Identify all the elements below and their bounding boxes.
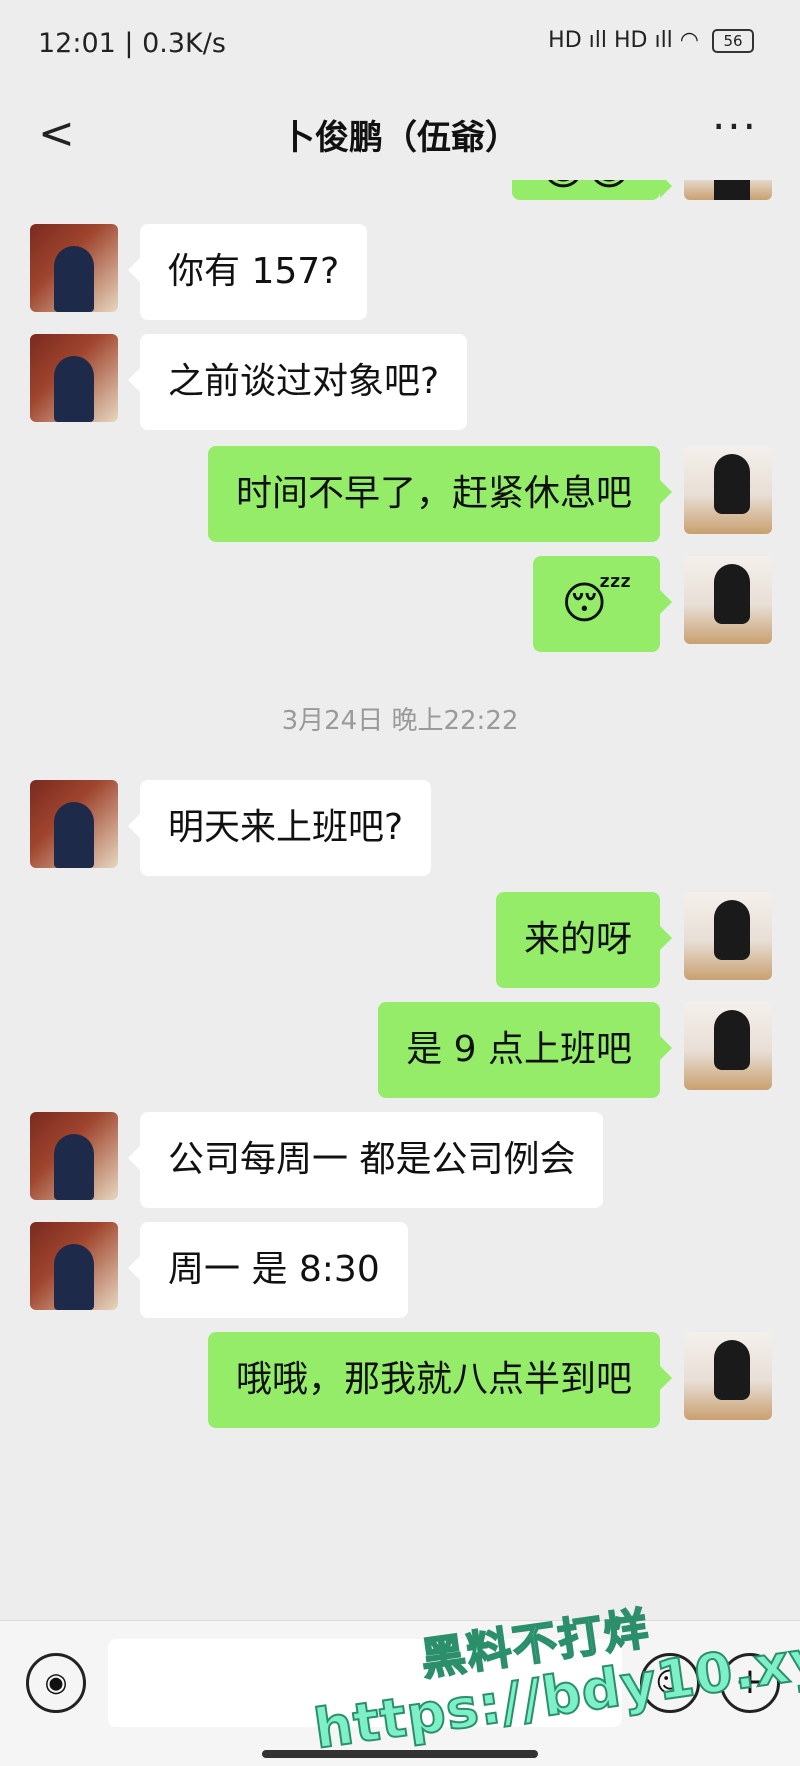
message-text: 时间不早了，赶紧休息吧 [235,473,632,514]
message-bubble-left[interactable]: 公司每周一 都是公司例会 [127,1112,604,1208]
avatar-me[interactable] [684,446,772,534]
message-bubble-left[interactable]: 周一 是 8:30 [128,1222,408,1318]
chat-header: < 卜俊鹏（伍爺） ··· [0,90,800,180]
message-text: 你有 157? [168,251,340,292]
signal-icon: HD ıll HD ıll [548,28,673,53]
avatar-contact[interactable] [30,1222,118,1310]
message-bubble-right[interactable]: 来的呀 [495,892,673,988]
message-bubble-right[interactable]: 😴 [533,556,672,652]
timestamp: 3月24日 晚上22:22 [281,706,519,736]
wifi-icon: ◠ [679,28,699,53]
message-bubble-right[interactable]: 哦哦，那我就八点半到吧 [207,1332,673,1428]
home-indicator[interactable] [262,1750,538,1758]
message-text: 明天来上班吧? [168,807,404,848]
avatar-contact[interactable] [30,780,118,868]
message-text: 来的呀 [523,919,632,960]
avatar-contact[interactable] [30,334,118,422]
message-text: 😅😅 [540,180,632,195]
message-bubble-right[interactable]: 是 9 点上班吧 [378,1002,672,1098]
avatar-me[interactable] [684,892,772,980]
status-bar: 12:01 | 0.3K/s HD ıll HD ıll ◠ 56 [0,0,800,90]
message-text: 周一 是 8:30 [168,1249,380,1290]
avatar-me[interactable] [684,1002,772,1090]
status-time: 12:01 | 0.3K/s [38,28,226,59]
voice-icon[interactable]: ◉ [26,1653,86,1713]
avatar-contact[interactable] [30,1112,118,1200]
more-dots-icon[interactable]: ··· [712,102,758,151]
message-text: 😴 [561,578,632,629]
message-list[interactable]: 😅😅 你有 157? 之前谈过对象吧? 时间不早了，赶紧休息吧 😴 3月24日 … [0,180,800,1620]
message-bubble-right[interactable]: 😅😅 [512,180,672,200]
message-text: 是 9 点上班吧 [406,1029,632,1070]
message-bubble-left[interactable]: 明天来上班吧? [127,780,432,876]
message-text: 哦哦，那我就八点半到吧 [235,1359,632,1400]
avatar-contact[interactable] [30,224,118,312]
chat-title: 卜俊鹏（伍爺） [281,118,519,158]
avatar-me[interactable] [684,180,772,200]
message-bubble-left[interactable]: 你有 157? [127,224,368,320]
message-bubble-right[interactable]: 时间不早了，赶紧休息吧 [207,446,673,542]
message-text: 公司每周一 都是公司例会 [168,1139,576,1180]
message-text: 之前谈过对象吧? [168,361,440,402]
status-icons: HD ıll HD ıll ◠ 56 [548,28,754,53]
avatar-me[interactable] [684,1332,772,1420]
battery-icon: 56 [712,29,754,53]
message-bubble-left[interactable]: 之前谈过对象吧? [127,334,468,430]
avatar-me[interactable] [684,556,772,644]
